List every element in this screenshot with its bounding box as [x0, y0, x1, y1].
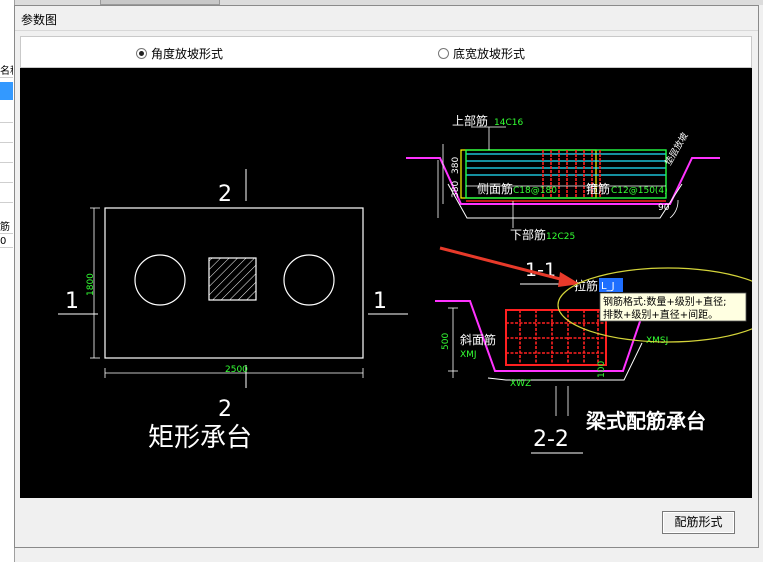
pile-circle-right — [283, 254, 335, 306]
dim-small-2: 100 — [597, 361, 607, 378]
value-side-bar: C18@180 — [513, 186, 557, 196]
label-bottom-bar: 下部筋 — [510, 227, 546, 242]
dim-width-label: 2500 — [225, 365, 248, 375]
dim-a: 380 — [451, 157, 461, 174]
grid-cell — [0, 164, 13, 183]
dialog-title: 参数图 — [21, 13, 58, 27]
rect-cap-title: 矩形承台 — [148, 423, 252, 453]
dim-height-2: 500 — [441, 333, 451, 350]
dim-height-label: 1800 — [86, 273, 96, 296]
grid-cell — [0, 124, 13, 143]
tooltip-line-2: 排数+级别+直径+间距。 — [603, 308, 718, 321]
label-slope-bar: 斜面筋 — [460, 332, 496, 347]
background-property-grid: 名称 筋 0 — [0, 0, 15, 562]
radio-bottom-width-slope[interactable]: 底宽放坡形式 — [438, 45, 525, 62]
parameter-diagram-dialog: 参数图 角度放坡形式 底宽放坡形式 2 2 1 1 1800 2500 矩形承台… — [14, 5, 759, 548]
radio-unselected-icon[interactable] — [438, 48, 449, 59]
value-top-bar: 14C16 — [494, 118, 523, 128]
angle-label: 90 — [658, 203, 670, 213]
tooltip-line-1: 钢筋格式:数量+级别+直径; — [603, 295, 727, 308]
pile-circle-left — [134, 254, 186, 306]
radio-angle-slope-label: 角度放坡形式 — [151, 47, 224, 61]
grid-cell: 名称 — [0, 62, 13, 78]
cad-drawing: 2 2 1 1 1800 2500 矩形承台 上部筋 14C16 侧面筋 C18… — [58, 113, 752, 454]
grid-cell — [0, 104, 13, 123]
label-top-bar: 上部筋 — [452, 113, 488, 128]
value-stirrup: C12@150(4) — [611, 186, 668, 196]
label-stirrup: 箍筋 — [586, 181, 610, 196]
grid-cell — [0, 144, 13, 163]
value-tie-bar: L_J — [601, 281, 615, 292]
section-mark-left: 1 — [65, 289, 79, 314]
rebar-format-button[interactable]: 配筋形式 — [662, 511, 735, 534]
rect-cap-plan: 2 2 1 1 1800 2500 矩形承台 — [58, 169, 408, 453]
label-xmj: XMJ — [460, 350, 477, 360]
slope-label: 垫层放坡 — [662, 130, 690, 167]
label-xwz: XWZ — [510, 379, 531, 389]
section-mark-bottom: 2 — [218, 397, 232, 422]
radio-angle-slope[interactable]: 角度放坡形式 — [136, 45, 223, 62]
section-mark-right: 1 — [373, 289, 387, 314]
dialog-titlebar[interactable]: 参数图 — [15, 6, 758, 31]
radio-selected-icon[interactable] — [136, 48, 147, 59]
grid-cell: 筋 — [0, 218, 13, 234]
grid-cell — [0, 184, 13, 203]
slope-mode-group: 角度放坡形式 底宽放坡形式 — [20, 36, 752, 68]
label-side-bar: 侧面筋 — [477, 181, 513, 196]
grid-selected-row[interactable] — [0, 82, 13, 100]
value-bottom-bar: 12C25 — [546, 232, 575, 242]
section-1-1: 上部筋 14C16 侧面筋 C18@180 箍筋 C12@150(4) 下部筋 … — [406, 113, 720, 285]
section-2-2-title: 梁式配筋承台 — [585, 409, 706, 433]
parameter-drawing-canvas: 2 2 1 1 1800 2500 矩形承台 上部筋 14C16 侧面筋 C18… — [20, 68, 752, 498]
column-hatch — [208, 257, 257, 301]
rebar-format-tooltip: 钢筋格式:数量+级别+直径; 排数+级别+直径+间距。 — [599, 292, 747, 322]
radio-bottom-width-slope-label: 底宽放坡形式 — [453, 47, 526, 61]
dim-b: 380 — [451, 181, 461, 198]
grid-cell: 0 — [0, 236, 13, 248]
section-mark-top: 2 — [218, 182, 232, 207]
section-2-2-name: 2-2 — [533, 427, 569, 452]
